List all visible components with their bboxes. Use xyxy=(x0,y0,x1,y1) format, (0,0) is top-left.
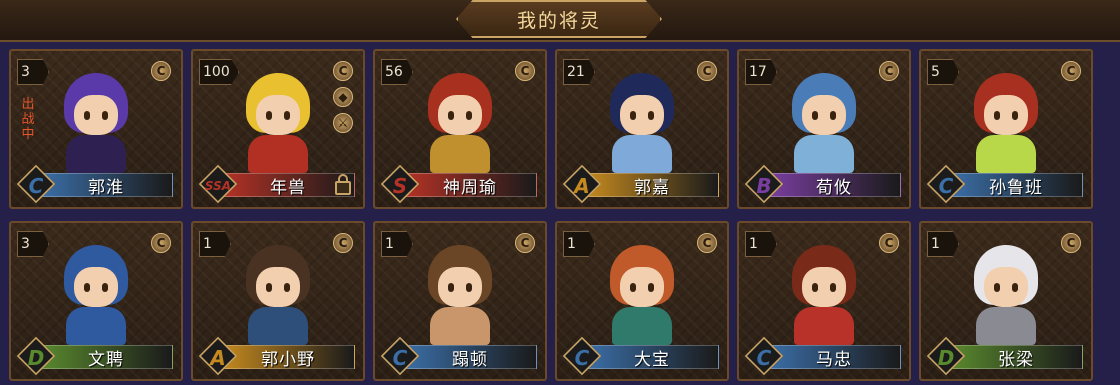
rank-letter: C xyxy=(28,174,44,198)
rank-letter: B xyxy=(756,174,772,198)
rank-letter: C xyxy=(938,174,954,198)
level-badge: 5 xyxy=(927,59,959,85)
hero-card[interactable]: 1 C 蹋顿 C xyxy=(373,221,547,381)
hero-card[interactable]: 1 C 马忠 C xyxy=(737,221,911,381)
coin-icon[interactable]: C xyxy=(879,233,899,253)
hero-name-banner: 郭淮 C xyxy=(16,164,173,204)
rank-letter: D xyxy=(937,346,955,370)
coin-icon[interactable]: C xyxy=(697,61,717,81)
rank-letter: C xyxy=(574,346,590,370)
hero-name: 大宝 xyxy=(585,345,719,370)
hero-name: 郭小野 xyxy=(221,345,355,370)
coin-icon[interactable]: C xyxy=(515,61,535,81)
hero-name: 文聘 xyxy=(39,345,173,370)
hero-portrait xyxy=(600,65,684,173)
hero-portrait xyxy=(782,65,866,173)
hero-portrait xyxy=(782,237,866,345)
hero-card[interactable]: 3 C 出战中 郭淮 C xyxy=(9,49,183,209)
coin-icon[interactable]: C xyxy=(151,233,171,253)
hero-name: 神周瑜 xyxy=(403,173,537,198)
hero-portrait xyxy=(964,65,1048,173)
level-badge: 1 xyxy=(745,231,777,257)
coin-icon[interactable]: C xyxy=(1061,61,1081,81)
hero-card[interactable]: 1 C 大宝 C xyxy=(555,221,729,381)
rank-letter: A xyxy=(210,346,226,370)
hero-portrait xyxy=(964,237,1048,345)
hero-card[interactable]: 5 C 孙鲁班 C xyxy=(919,49,1093,209)
hero-name-banner: 文聘 D xyxy=(16,336,173,376)
hero-portrait xyxy=(418,237,502,345)
hero-card[interactable]: 1 C 张梁 D xyxy=(919,221,1093,381)
hero-name: 荀攸 xyxy=(767,173,901,198)
hero-name: 郭嘉 xyxy=(585,173,719,198)
hero-portrait xyxy=(54,237,138,345)
coin-icon[interactable]: C xyxy=(151,61,171,81)
lock-icon xyxy=(335,174,351,195)
hero-card[interactable]: 1 C 郭小野 A xyxy=(191,221,365,381)
level-badge: 21 xyxy=(563,59,595,85)
treasure-icon[interactable]: ◆ xyxy=(333,87,353,107)
level-badge: 17 xyxy=(745,59,777,85)
rank-letter: S xyxy=(392,174,408,198)
coin-icon[interactable]: C xyxy=(333,61,353,81)
hero-name: 马忠 xyxy=(767,345,901,370)
hero-name: 孙鲁班 xyxy=(949,173,1083,198)
coin-icon[interactable]: C xyxy=(515,233,535,253)
hero-card[interactable]: 100 C ◆ ⚔ 年兽 SSA xyxy=(191,49,365,209)
rank-letter: A xyxy=(574,174,590,198)
coin-icon[interactable]: C xyxy=(697,233,717,253)
level-badge: 1 xyxy=(927,231,959,257)
level-badge: 3 xyxy=(17,231,49,257)
hero-card[interactable]: 17 C 荀攸 B xyxy=(737,49,911,209)
page-title: 我的将灵 xyxy=(456,0,662,38)
hero-card[interactable]: 21 C 郭嘉 A xyxy=(555,49,729,209)
header-bar: 我的将灵 xyxy=(0,0,1120,42)
hero-name-banner: 年兽 SSA xyxy=(198,164,355,204)
level-badge: 100 xyxy=(199,59,239,85)
hero-name-banner: 荀攸 B xyxy=(744,164,901,204)
coin-icon[interactable]: C xyxy=(879,61,899,81)
level-badge: 1 xyxy=(563,231,595,257)
rank-letter: C xyxy=(756,346,772,370)
hero-name-banner: 蹋顿 C xyxy=(380,336,537,376)
hero-name-banner: 神周瑜 S xyxy=(380,164,537,204)
hero-portrait xyxy=(600,237,684,345)
hero-portrait xyxy=(236,65,320,173)
level-badge: 1 xyxy=(381,231,413,257)
hero-portrait xyxy=(418,65,502,173)
rank-letter: C xyxy=(392,346,408,370)
hero-portrait xyxy=(236,237,320,345)
hero-name-banner: 大宝 C xyxy=(562,336,719,376)
hero-name-banner: 郭嘉 A xyxy=(562,164,719,204)
level-badge: 56 xyxy=(381,59,413,85)
deployed-status: 出战中 xyxy=(21,97,35,142)
coin-icon[interactable]: C xyxy=(333,233,353,253)
hero-name-banner: 马忠 C xyxy=(744,336,901,376)
hero-name-banner: 孙鲁班 C xyxy=(926,164,1083,204)
level-badge: 1 xyxy=(199,231,231,257)
hero-name-banner: 张梁 D xyxy=(926,336,1083,376)
hero-card[interactable]: 56 C 神周瑜 S xyxy=(373,49,547,209)
coin-icon[interactable]: C xyxy=(1061,233,1081,253)
level-badge: 3 xyxy=(17,59,49,85)
hero-name: 张梁 xyxy=(949,345,1083,370)
sword-icon[interactable]: ⚔ xyxy=(333,113,353,133)
hero-card[interactable]: 3 C 文聘 D xyxy=(9,221,183,381)
hero-name: 郭淮 xyxy=(39,173,173,198)
hero-portrait xyxy=(54,65,138,173)
rank-letter: D xyxy=(27,346,45,370)
hero-name-banner: 郭小野 A xyxy=(198,336,355,376)
hero-name: 蹋顿 xyxy=(403,345,537,370)
rank-letter: SSA xyxy=(204,179,232,193)
